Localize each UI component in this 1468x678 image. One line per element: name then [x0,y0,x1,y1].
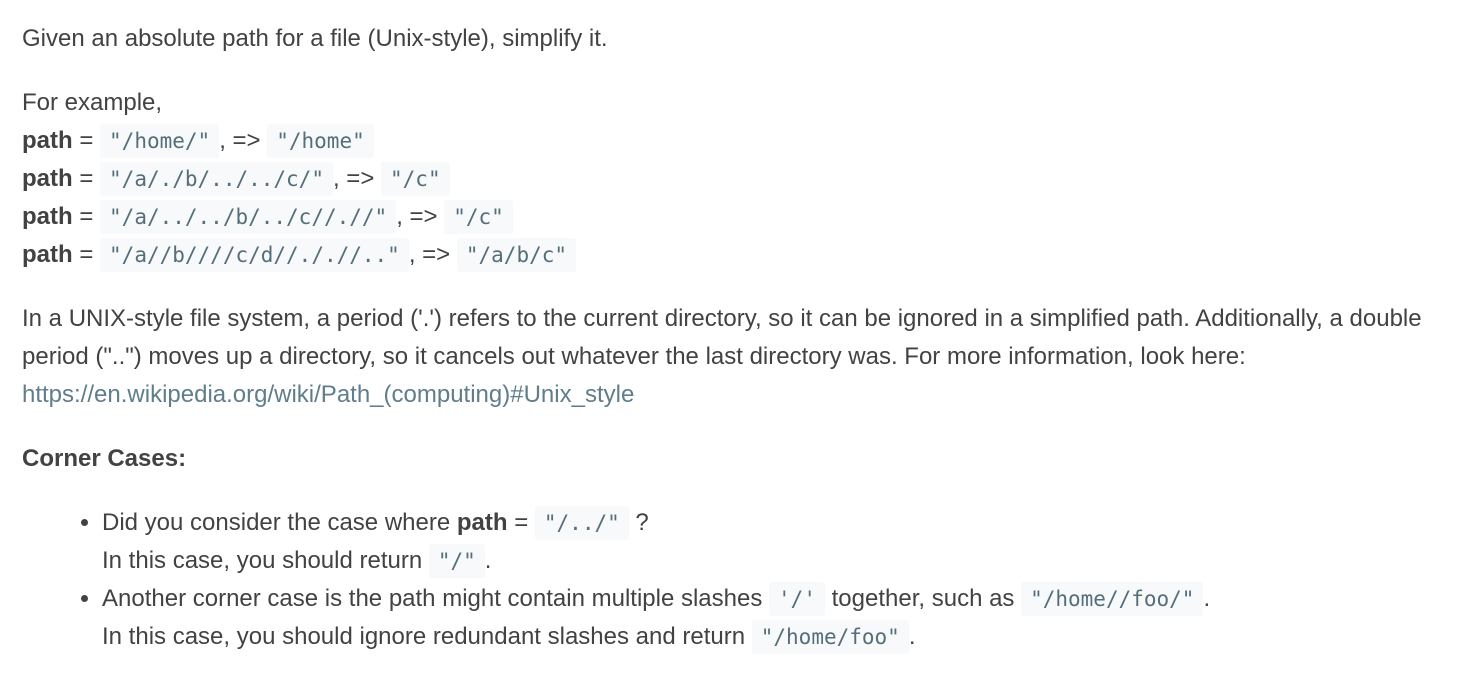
example-line: path = "/a/./b/../../c/", => "/c" [22,160,1446,198]
example-output: "/a/b/c" [456,238,577,272]
description-paragraph: In a UNIX-style file system, a period ('… [22,300,1446,414]
arrow-text: , => [219,127,261,154]
path-label: path [22,165,73,192]
examples-block: For example, path = "/home/", => "/home"… [22,84,1446,274]
list-item: Did you consider the case where path = "… [102,504,1446,580]
corner-text: In this case, you should return [102,547,429,574]
list-item: Another corner case is the path might co… [102,580,1446,656]
description-text: In a UNIX-style file system, a period ('… [22,305,1422,370]
example-line: path = "/home/", => "/home" [22,122,1446,160]
example-input: "/home/" [100,124,220,158]
corner-text: Another corner case is the path might co… [102,585,770,612]
corner-cases-list: Did you consider the case where path = "… [22,504,1446,656]
example-input: "/a/../../b/../c//.//" [100,200,397,234]
example-output: "/c" [381,162,450,196]
arrow-text: , => [332,165,375,192]
examples-heading: For example, [22,89,163,116]
example-input: "/a/./b/../../c/" [100,162,333,196]
equals-sign: = [79,127,94,154]
code-snippet: "/../" [534,506,629,540]
problem-description: Given an absolute path for a file (Unix-… [0,0,1468,678]
equals-sign: = [79,165,94,192]
code-snippet: '/' [769,582,825,616]
example-input: "/a//b////c/d//././/.." [100,238,409,272]
equals-sign: = [79,203,94,230]
example-line: path = "/a/../../b/../c//.//", => "/c" [22,198,1446,236]
code-snippet: "/" [428,544,485,578]
corner-text: together, such as [824,585,1022,612]
corner-text: . [1203,585,1211,612]
corner-text: Did you consider the case where [102,509,457,536]
example-line: path = "/a//b////c/d//././/..", => "/a/b… [22,236,1446,274]
example-output: "/home" [267,124,374,158]
example-output: "/c" [444,200,513,234]
path-label: path [22,127,73,154]
intro-text: Given an absolute path for a file (Unix-… [22,25,608,52]
arrow-text: , => [396,203,438,230]
wikipedia-link[interactable]: https://en.wikipedia.org/wiki/Path_(comp… [22,381,634,408]
arrow-text: , => [408,241,451,268]
equals-sign: = [507,509,535,536]
corner-text: In this case, you should ignore redundan… [102,623,752,650]
corner-text: . [484,547,492,574]
path-label: path [22,241,73,268]
equals-sign: = [79,241,94,268]
path-label: path [22,203,73,230]
code-snippet: "/home/foo" [751,620,909,654]
corner-text: ? [628,509,649,536]
corner-cases-heading: Corner Cases: [22,445,187,472]
corner-text: . [908,623,916,650]
code-snippet: "/home//foo/" [1021,582,1204,616]
path-label: path [456,509,508,536]
